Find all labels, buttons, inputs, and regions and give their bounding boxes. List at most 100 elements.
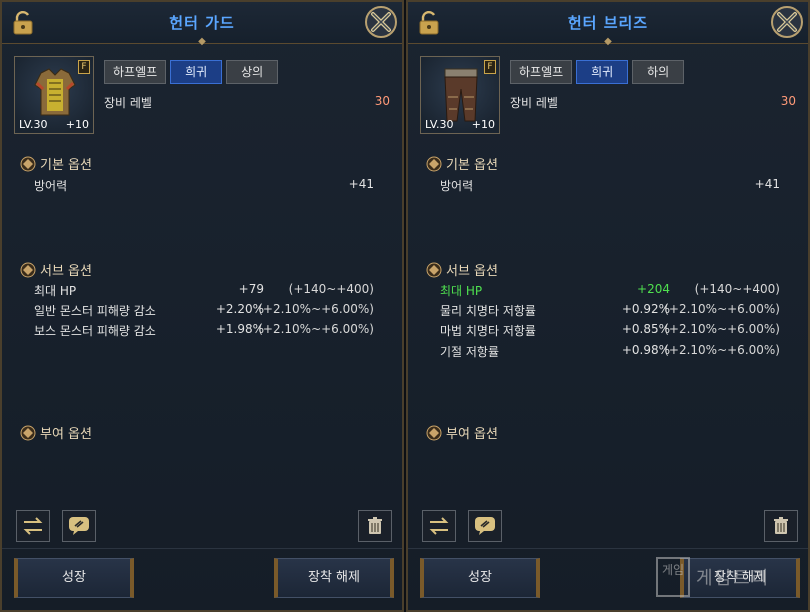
swap-arrows-icon [429, 517, 449, 535]
trash-icon [368, 517, 382, 534]
option-name: 최대 HP [34, 284, 77, 298]
chat-link-icon [475, 517, 495, 535]
sub-option-row: 최대 HP +204 (+140~+400) [440, 282, 780, 300]
item-enhance: +10 [471, 118, 495, 131]
option-range: (+2.10%~+6.00%) [664, 322, 780, 336]
basic-options-title: 기본 옵션 [426, 154, 498, 173]
option-value: +41 [754, 177, 780, 191]
grow-button[interactable]: 성장 [420, 558, 540, 598]
option-value: +0.85% [621, 322, 670, 336]
equip-level-value: 30 [780, 94, 796, 108]
grant-options-title: 부여 옵션 [20, 423, 92, 442]
item-level: LV.30 [425, 118, 454, 131]
swap-button[interactable] [16, 510, 50, 542]
tag-slot: 상의 [226, 60, 279, 84]
equipment-panel-right: 헌터 브리즈 ◆ F LV.30 +10 하프엘프 희귀 하의 장비 레벨 30… [406, 0, 810, 612]
tag-grade: 희귀 [576, 60, 629, 84]
option-emblem-icon [426, 425, 442, 440]
item-name-title: 헌터 가드 [169, 14, 235, 32]
option-name: 기절 저항률 [440, 345, 500, 359]
option-range: (+2.10%~+6.00%) [664, 302, 780, 316]
footer-divider [2, 548, 402, 549]
equip-level-label: 장비 레벨 [510, 96, 558, 110]
sub-option-row: 일반 몬스터 피해량 감소 +2.20% (+2.10%~+6.00%) [34, 302, 374, 320]
sub-options-title: 서브 옵션 [426, 260, 498, 279]
chat-link-icon [69, 517, 89, 535]
sub-option-row: 기절 저항률 +0.98% (+2.10%~+6.00%) [440, 343, 780, 361]
option-value: +0.98% [621, 343, 670, 357]
equip-level-label: 장비 레벨 [104, 96, 152, 110]
watermark-box: 게임 [656, 557, 690, 597]
delete-button[interactable] [764, 510, 798, 542]
section-label: 부여 옵션 [40, 427, 92, 442]
section-label: 서브 옵션 [446, 264, 498, 279]
swap-arrows-icon [23, 517, 43, 535]
tag-grade: 희귀 [170, 60, 223, 84]
section-label: 기본 옵션 [446, 158, 498, 173]
option-name: 보스 몬스터 피해량 감소 [34, 324, 156, 338]
option-value: +0.92% [621, 302, 670, 316]
option-name: 물리 치명타 저항률 [440, 304, 536, 318]
unequip-button[interactable]: 장착 해제 [274, 558, 394, 598]
option-range: (+140~+400) [288, 282, 374, 296]
armor-pants-icon [444, 68, 478, 122]
item-name-title: 헌터 브리즈 [567, 14, 649, 32]
option-value: +204 [637, 282, 670, 296]
close-icon[interactable] [364, 5, 398, 39]
option-emblem-icon [426, 156, 442, 171]
option-value: +79 [238, 282, 264, 296]
item-level: LV.30 [19, 118, 48, 131]
basic-options-title: 기본 옵션 [20, 154, 92, 173]
option-name: 최대 HP [440, 284, 483, 298]
link-button[interactable] [62, 510, 96, 542]
armor-chest-icon [34, 68, 76, 116]
option-emblem-icon [20, 425, 36, 440]
footer-divider [408, 548, 808, 549]
option-range: (+2.10%~+6.00%) [664, 343, 780, 357]
header-ornament-icon: ◆ [604, 36, 612, 47]
equipment-panel-left: 헌터 가드 ◆ F LV.30 +10 하프엘프 희귀 상의 장비 레벨 30 … [0, 0, 404, 612]
option-emblem-icon [20, 262, 36, 277]
item-tags: 하프엘프 희귀 상의 [104, 60, 279, 84]
basic-option-row: 방어력 +41 [34, 177, 374, 195]
link-button[interactable] [468, 510, 502, 542]
sub-option-row: 마법 치명타 저항률 +0.85% (+2.10%~+6.00%) [440, 322, 780, 340]
sub-option-row: 최대 HP +79 (+140~+400) [34, 282, 374, 300]
option-name: 방어력 [34, 179, 68, 193]
sub-option-row: 보스 몬스터 피해량 감소 +1.98% (+2.10%~+6.00%) [34, 322, 374, 340]
option-emblem-icon [20, 156, 36, 171]
tag-race: 하프엘프 [510, 60, 573, 84]
panel-header: 헌터 가드 ◆ [2, 2, 402, 47]
swap-button[interactable] [422, 510, 456, 542]
item-enhance: +10 [65, 118, 89, 131]
header-ornament-icon: ◆ [198, 36, 206, 47]
basic-option-row: 방어력 +41 [440, 177, 780, 195]
grow-button[interactable]: 성장 [14, 558, 134, 598]
section-label: 서브 옵션 [40, 264, 92, 279]
close-icon[interactable] [770, 5, 804, 39]
option-value: +2.20% [215, 302, 264, 316]
option-name: 일반 몬스터 피해량 감소 [34, 304, 156, 318]
trash-icon [774, 517, 788, 534]
delete-button[interactable] [358, 510, 392, 542]
option-emblem-icon [426, 262, 442, 277]
option-range: (+2.10%~+6.00%) [258, 302, 374, 316]
grade-badge: F [484, 60, 496, 74]
item-tags: 하프엘프 희귀 하의 [510, 60, 685, 84]
grade-badge: F [78, 60, 90, 74]
item-slot[interactable]: F LV.30 +10 [14, 56, 94, 134]
section-label: 부여 옵션 [446, 427, 498, 442]
item-slot[interactable]: F LV.30 +10 [420, 56, 500, 134]
option-value: +1.98% [215, 322, 264, 336]
watermark-logo: 게임 게임트리 [656, 556, 806, 598]
watermark-text: 게임트리 [696, 568, 771, 589]
option-value: +41 [348, 177, 374, 191]
equip-level-value: 30 [374, 94, 390, 108]
section-label: 기본 옵션 [40, 158, 92, 173]
sub-options-title: 서브 옵션 [20, 260, 92, 279]
option-range: (+140~+400) [694, 282, 780, 296]
option-range: (+2.10%~+6.00%) [258, 322, 374, 336]
tag-slot: 하의 [632, 60, 685, 84]
option-name: 방어력 [440, 179, 474, 193]
option-name: 마법 치명타 저항률 [440, 324, 536, 338]
